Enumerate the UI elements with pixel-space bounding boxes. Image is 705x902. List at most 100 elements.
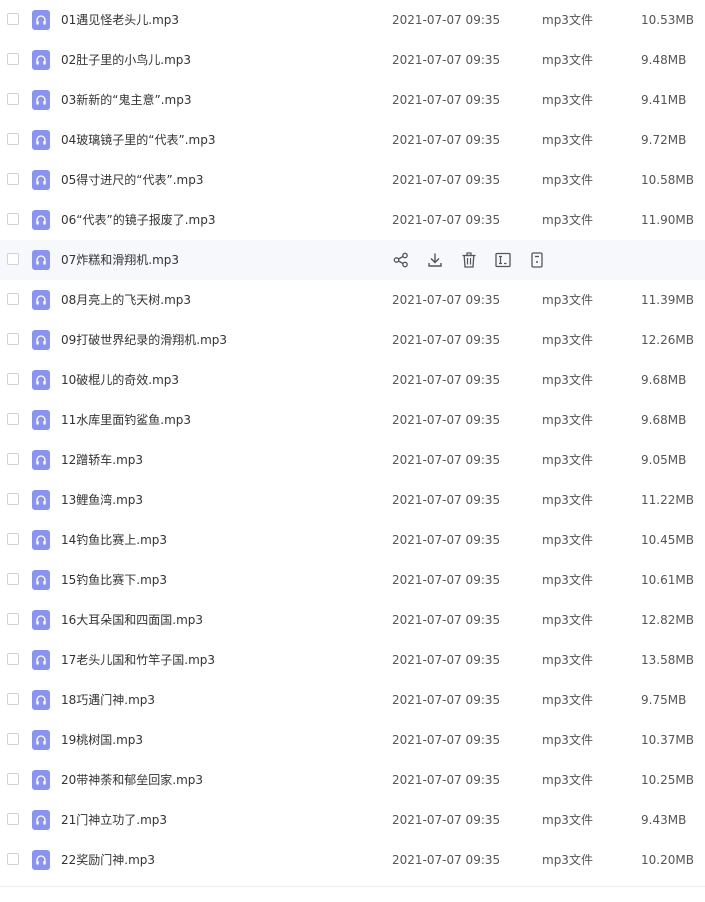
row-checkbox[interactable] xyxy=(7,13,19,25)
row-checkbox[interactable] xyxy=(7,693,19,705)
file-date: 2021-07-07 09:35 xyxy=(392,93,501,107)
file-row[interactable]: 11水库里面钓鲨鱼.mp3 2021-07-07 09:35 mp3文件 9.68MB xyxy=(0,400,705,440)
file-row[interactable]: 21门神立功了.mp3 2021-07-07 09:35 mp3文件 9.43MB xyxy=(0,800,705,840)
file-row[interactable]: 19桃树国.mp3 2021-07-07 09:35 mp3文件 10.37MB xyxy=(0,720,705,760)
file-row[interactable]: 05得寸进尺的“代表”.mp3 2021-07-07 09:35 mp3文件 10.5… xyxy=(0,160,705,200)
row-checkbox[interactable] xyxy=(7,493,19,505)
file-size: 13.58MB xyxy=(641,653,694,667)
file-name[interactable]: 19桃树国.mp3 xyxy=(61,720,143,760)
row-checkbox[interactable] xyxy=(7,533,19,545)
file-size: 9.68MB xyxy=(641,373,687,387)
file-row[interactable]: 15钓鱼比赛下.mp3 2021-07-07 09:35 mp3文件 10.61MB xyxy=(0,560,705,600)
file-size: 11.22MB xyxy=(641,493,694,507)
file-name[interactable]: 07炸糕和滑翔机.mp3 xyxy=(61,240,179,280)
file-name[interactable]: 05得寸进尺的“代表”.mp3 xyxy=(61,160,203,200)
row-checkbox[interactable] xyxy=(7,53,19,65)
file-type: mp3文件 xyxy=(542,213,593,227)
row-checkbox[interactable] xyxy=(7,333,19,345)
file-row[interactable]: 13鲤鱼湾.mp3 2021-07-07 09:35 mp3文件 11.22MB xyxy=(0,480,705,520)
file-name[interactable]: 06“代表”的镜子报废了.mp3 xyxy=(61,200,215,240)
file-row[interactable]: 12蹭轿车.mp3 2021-07-07 09:35 mp3文件 9.05MB xyxy=(0,440,705,480)
file-row[interactable]: 03新新的“鬼主意”.mp3 2021-07-07 09:35 mp3文件 9.41M… xyxy=(0,80,705,120)
file-row[interactable]: 08月亮上的飞天树.mp3 2021-07-07 09:35 mp3文件 11.39M… xyxy=(0,280,705,320)
file-date: 2021-07-07 09:35 xyxy=(392,693,501,707)
share-icon[interactable] xyxy=(392,251,410,269)
rename-icon[interactable] xyxy=(494,251,512,269)
file-name[interactable]: 21门神立功了.mp3 xyxy=(61,800,167,840)
audio-file-icon xyxy=(32,370,50,390)
audio-file-icon xyxy=(32,530,50,550)
row-checkbox[interactable] xyxy=(7,813,19,825)
file-row[interactable]: 07炸糕和滑翔机.mp3 xyxy=(0,240,705,280)
file-size: 9.05MB xyxy=(641,453,687,467)
row-checkbox[interactable] xyxy=(7,413,19,425)
audio-file-icon xyxy=(32,690,50,710)
row-checkbox[interactable] xyxy=(7,133,19,145)
file-row[interactable]: 01遇见怪老头儿.mp3 2021-07-07 09:35 mp3文件 10.53MB xyxy=(0,0,705,40)
audio-file-icon xyxy=(32,250,50,270)
file-date: 2021-07-07 09:35 xyxy=(392,173,501,187)
row-checkbox[interactable] xyxy=(7,293,19,305)
row-checkbox[interactable] xyxy=(7,853,19,865)
file-row[interactable]: 04玻璃镜子里的“代表”.mp3 2021-07-07 09:35 mp3文件 9.7… xyxy=(0,120,705,160)
file-name[interactable]: 18巧遇门神.mp3 xyxy=(61,680,155,720)
file-size: 9.72MB xyxy=(641,133,687,147)
file-date: 2021-07-07 09:35 xyxy=(392,333,501,347)
file-type: mp3文件 xyxy=(542,533,593,547)
file-size: 9.75MB xyxy=(641,693,687,707)
file-row[interactable]: 20带神荼和郁垒回家.mp3 2021-07-07 09:35 mp3文件 10.25… xyxy=(0,760,705,800)
file-name[interactable]: 08月亮上的飞天树.mp3 xyxy=(61,280,191,320)
file-date: 2021-07-07 09:35 xyxy=(392,773,501,787)
file-name[interactable]: 02肚子里的小鸟儿.mp3 xyxy=(61,40,191,80)
row-checkbox[interactable] xyxy=(7,773,19,785)
file-name[interactable]: 16大耳朵国和四面国.mp3 xyxy=(61,600,203,640)
file-row[interactable]: 16大耳朵国和四面国.mp3 2021-07-07 09:35 mp3文件 12.82… xyxy=(0,600,705,640)
file-size: 10.37MB xyxy=(641,733,694,747)
file-date: 2021-07-07 09:35 xyxy=(392,653,501,667)
delete-icon[interactable] xyxy=(460,251,478,269)
row-checkbox[interactable] xyxy=(7,653,19,665)
file-row[interactable]: 17老头儿国和竹竿子国.mp3 2021-07-07 09:35 mp3文件 13.5… xyxy=(0,640,705,680)
file-row[interactable]: 09打破世界纪录的滑翔机.mp3 2021-07-07 09:35 mp3文件 12.… xyxy=(0,320,705,360)
file-type: mp3文件 xyxy=(542,133,593,147)
file-row[interactable]: 02肚子里的小鸟儿.mp3 2021-07-07 09:35 mp3文件 9.48MB xyxy=(0,40,705,80)
file-type: mp3文件 xyxy=(542,733,593,747)
file-size: 10.20MB xyxy=(641,853,694,867)
file-name[interactable]: 04玻璃镜子里的“代表”.mp3 xyxy=(61,120,215,160)
file-type: mp3文件 xyxy=(542,293,593,307)
row-checkbox[interactable] xyxy=(7,93,19,105)
audio-file-icon xyxy=(32,130,50,150)
file-name[interactable]: 09打破世界纪录的滑翔机.mp3 xyxy=(61,320,227,360)
file-row[interactable]: 18巧遇门神.mp3 2021-07-07 09:35 mp3文件 9.75MB xyxy=(0,680,705,720)
file-name[interactable]: 22奖励门神.mp3 xyxy=(61,840,155,880)
row-checkbox[interactable] xyxy=(7,573,19,585)
row-checkbox[interactable] xyxy=(7,613,19,625)
file-name[interactable]: 15钓鱼比赛下.mp3 xyxy=(61,560,167,600)
row-checkbox[interactable] xyxy=(7,373,19,385)
file-name[interactable]: 11水库里面钓鲨鱼.mp3 xyxy=(61,400,191,440)
audio-file-icon xyxy=(32,850,50,870)
file-row[interactable]: 14钓鱼比赛上.mp3 2021-07-07 09:35 mp3文件 10.45MB xyxy=(0,520,705,560)
row-checkbox[interactable] xyxy=(7,253,19,265)
file-row[interactable]: 06“代表”的镜子报废了.mp3 2021-07-07 09:35 mp3文件 11.… xyxy=(0,200,705,240)
more-icon[interactable] xyxy=(528,251,546,269)
file-type: mp3文件 xyxy=(542,173,593,187)
download-icon[interactable] xyxy=(426,251,444,269)
file-name[interactable]: 01遇见怪老头儿.mp3 xyxy=(61,0,179,40)
row-checkbox[interactable] xyxy=(7,733,19,745)
file-name[interactable]: 17老头儿国和竹竿子国.mp3 xyxy=(61,640,215,680)
row-checkbox[interactable] xyxy=(7,453,19,465)
file-date: 2021-07-07 09:35 xyxy=(392,733,501,747)
file-name[interactable]: 12蹭轿车.mp3 xyxy=(61,440,143,480)
row-checkbox[interactable] xyxy=(7,213,19,225)
file-name[interactable]: 14钓鱼比赛上.mp3 xyxy=(61,520,167,560)
file-type: mp3文件 xyxy=(542,53,593,67)
file-row[interactable]: 10破棍儿的奇效.mp3 2021-07-07 09:35 mp3文件 9.68MB xyxy=(0,360,705,400)
file-row[interactable]: 22奖励门神.mp3 2021-07-07 09:35 mp3文件 10.20MB xyxy=(0,840,705,880)
file-name[interactable]: 10破棍儿的奇效.mp3 xyxy=(61,360,179,400)
file-name[interactable]: 03新新的“鬼主意”.mp3 xyxy=(61,80,191,120)
file-name[interactable]: 20带神荼和郁垒回家.mp3 xyxy=(61,760,203,800)
file-date: 2021-07-07 09:35 xyxy=(392,533,501,547)
row-checkbox[interactable] xyxy=(7,173,19,185)
file-name[interactable]: 13鲤鱼湾.mp3 xyxy=(61,480,143,520)
